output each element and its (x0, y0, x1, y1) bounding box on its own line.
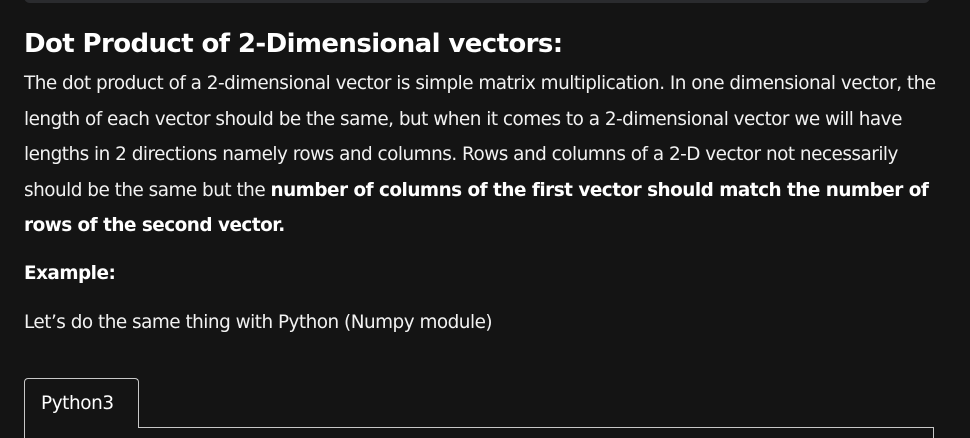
section-heading: Dot Product of 2-Dimensional vectors: (24, 29, 563, 59)
tab-python3[interactable]: Python3 (24, 378, 139, 428)
article-section: Dot Product of 2-Dimensional vectors: Th… (24, 26, 944, 244)
example-label: Example: (24, 263, 116, 284)
top-panel-edge (24, 0, 930, 3)
intro-text: Let’s do the same thing with Python (Num… (24, 312, 493, 333)
body-paragraph: The dot product of a 2-dimensional vecto… (24, 66, 939, 244)
code-panel (24, 427, 934, 438)
